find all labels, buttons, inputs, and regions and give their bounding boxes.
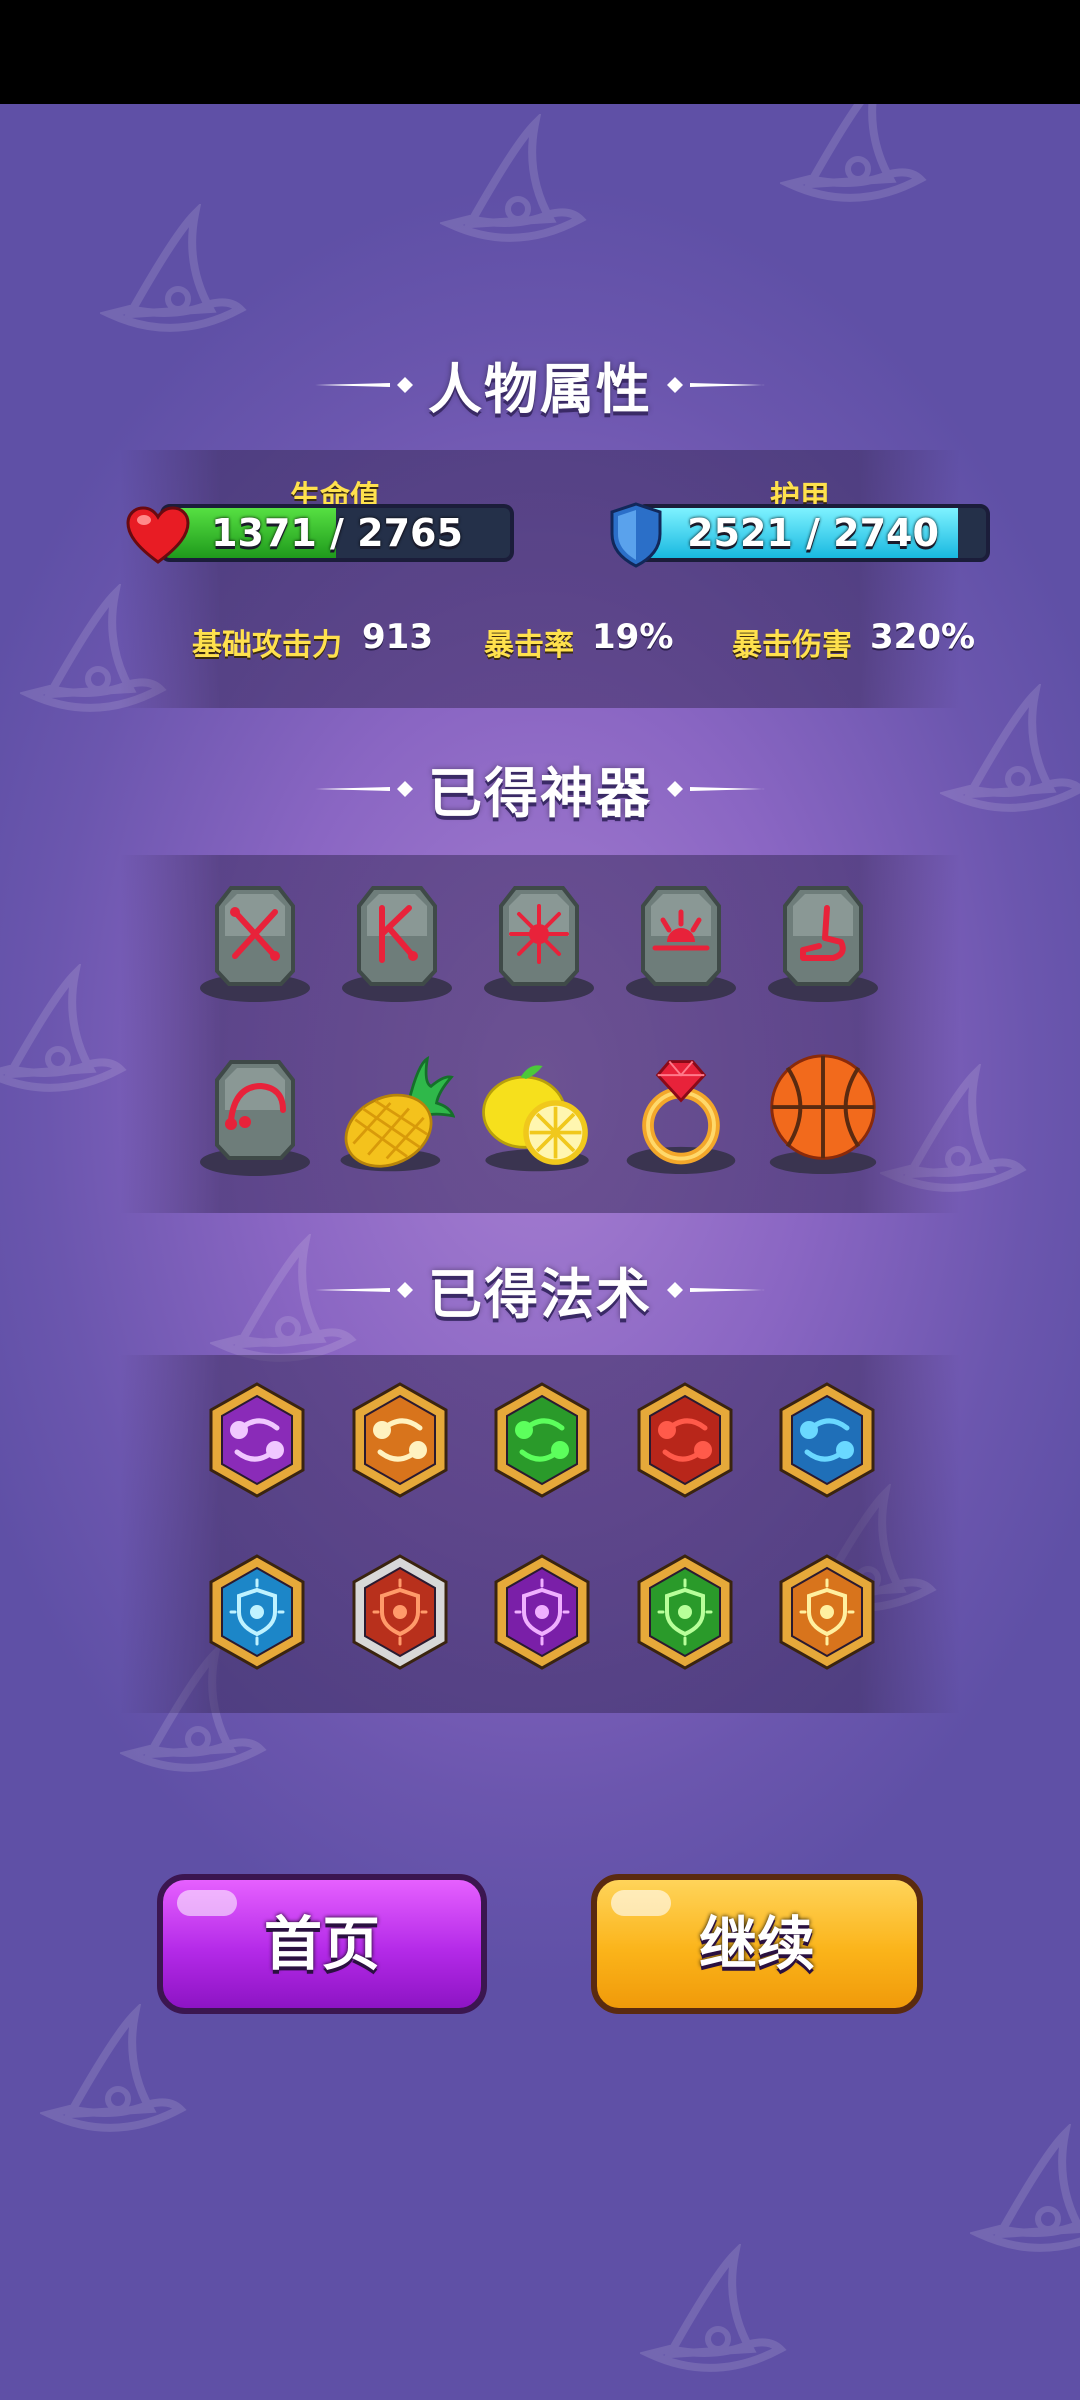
heart-icon <box>126 506 190 564</box>
poison-shield-spell-icon[interactable] <box>492 1554 592 1670</box>
health-bar: 1371 / 2765 <box>160 504 514 562</box>
armor-bar: 2521 / 2740 <box>636 504 990 562</box>
shield-icon <box>610 502 662 568</box>
wizard-hat-decoration-icon <box>970 2124 1080 2252</box>
title-right-ornament-icon <box>667 781 765 797</box>
continue-button[interactable]: 继续 <box>591 1874 923 2014</box>
wizard-hat-decoration-icon <box>40 2004 187 2132</box>
ruby-ring-icon[interactable] <box>621 1046 741 1176</box>
orange-orbit-spell-icon[interactable] <box>350 1382 450 1498</box>
attributes-panel: 生命值 1371 / 2765 护甲 2521 / 2740 基础攻击力 913… <box>120 450 990 708</box>
crit-rate-label: 暴击率 <box>484 628 574 663</box>
lemon-icon[interactable] <box>478 1050 598 1180</box>
wizard-hat-decoration-icon <box>440 114 587 242</box>
home-button[interactable]: 首页 <box>157 1874 487 2014</box>
pineapple-icon[interactable] <box>335 1050 455 1180</box>
status-bar <box>0 0 1080 104</box>
wizard-hat-decoration-icon <box>780 104 927 202</box>
base-attack-value: 913 <box>362 617 433 657</box>
artifacts-title: 已得神器 <box>428 762 652 825</box>
title-right-ornament-icon <box>667 377 765 393</box>
crit-damage-value: 320% <box>870 617 976 657</box>
title-right-ornament-icon <box>667 1282 765 1298</box>
wizard-hat-decoration-icon <box>100 204 247 332</box>
armor-value: 2521 / 2740 <box>687 511 939 555</box>
home-button-label: 首页 <box>263 1910 380 1978</box>
rune-stone-sunrise-icon[interactable] <box>621 876 741 1006</box>
fire-shield-spell-icon[interactable] <box>350 1554 450 1670</box>
basketball-icon[interactable] <box>763 1048 883 1178</box>
base-attack-label: 基础攻击力 <box>192 628 342 663</box>
red-orbit-spell-icon[interactable] <box>635 1382 735 1498</box>
crit-damage-label: 暴击伤害 <box>732 628 852 663</box>
wizard-hat-decoration-icon <box>0 964 127 1092</box>
lightning-shield-spell-icon[interactable] <box>777 1554 877 1670</box>
rune-stone-sun-icon[interactable] <box>479 876 599 1006</box>
rune-stone-arc-icon[interactable] <box>195 1050 315 1180</box>
frost-shield-spell-icon[interactable] <box>207 1554 307 1670</box>
rune-stone-k-icon[interactable] <box>337 876 457 1006</box>
skull-shield-spell-icon[interactable] <box>635 1554 735 1670</box>
rune-stone-boot-icon[interactable] <box>763 876 883 1006</box>
purple-orbit-spell-icon[interactable] <box>207 1382 307 1498</box>
blue-orbit-spell-icon[interactable] <box>777 1382 877 1498</box>
crit-rate-value: 19% <box>592 617 674 657</box>
spells-title: 已得法术 <box>428 1263 652 1326</box>
wizard-hat-decoration-icon <box>640 2244 787 2372</box>
health-value: 1371 / 2765 <box>211 511 463 555</box>
rune-stone-cross-icon[interactable] <box>195 876 315 1006</box>
green-orbit-spell-icon[interactable] <box>492 1382 592 1498</box>
continue-button-label: 继续 <box>698 1910 815 1978</box>
attributes-title: 人物属性 <box>428 358 652 421</box>
